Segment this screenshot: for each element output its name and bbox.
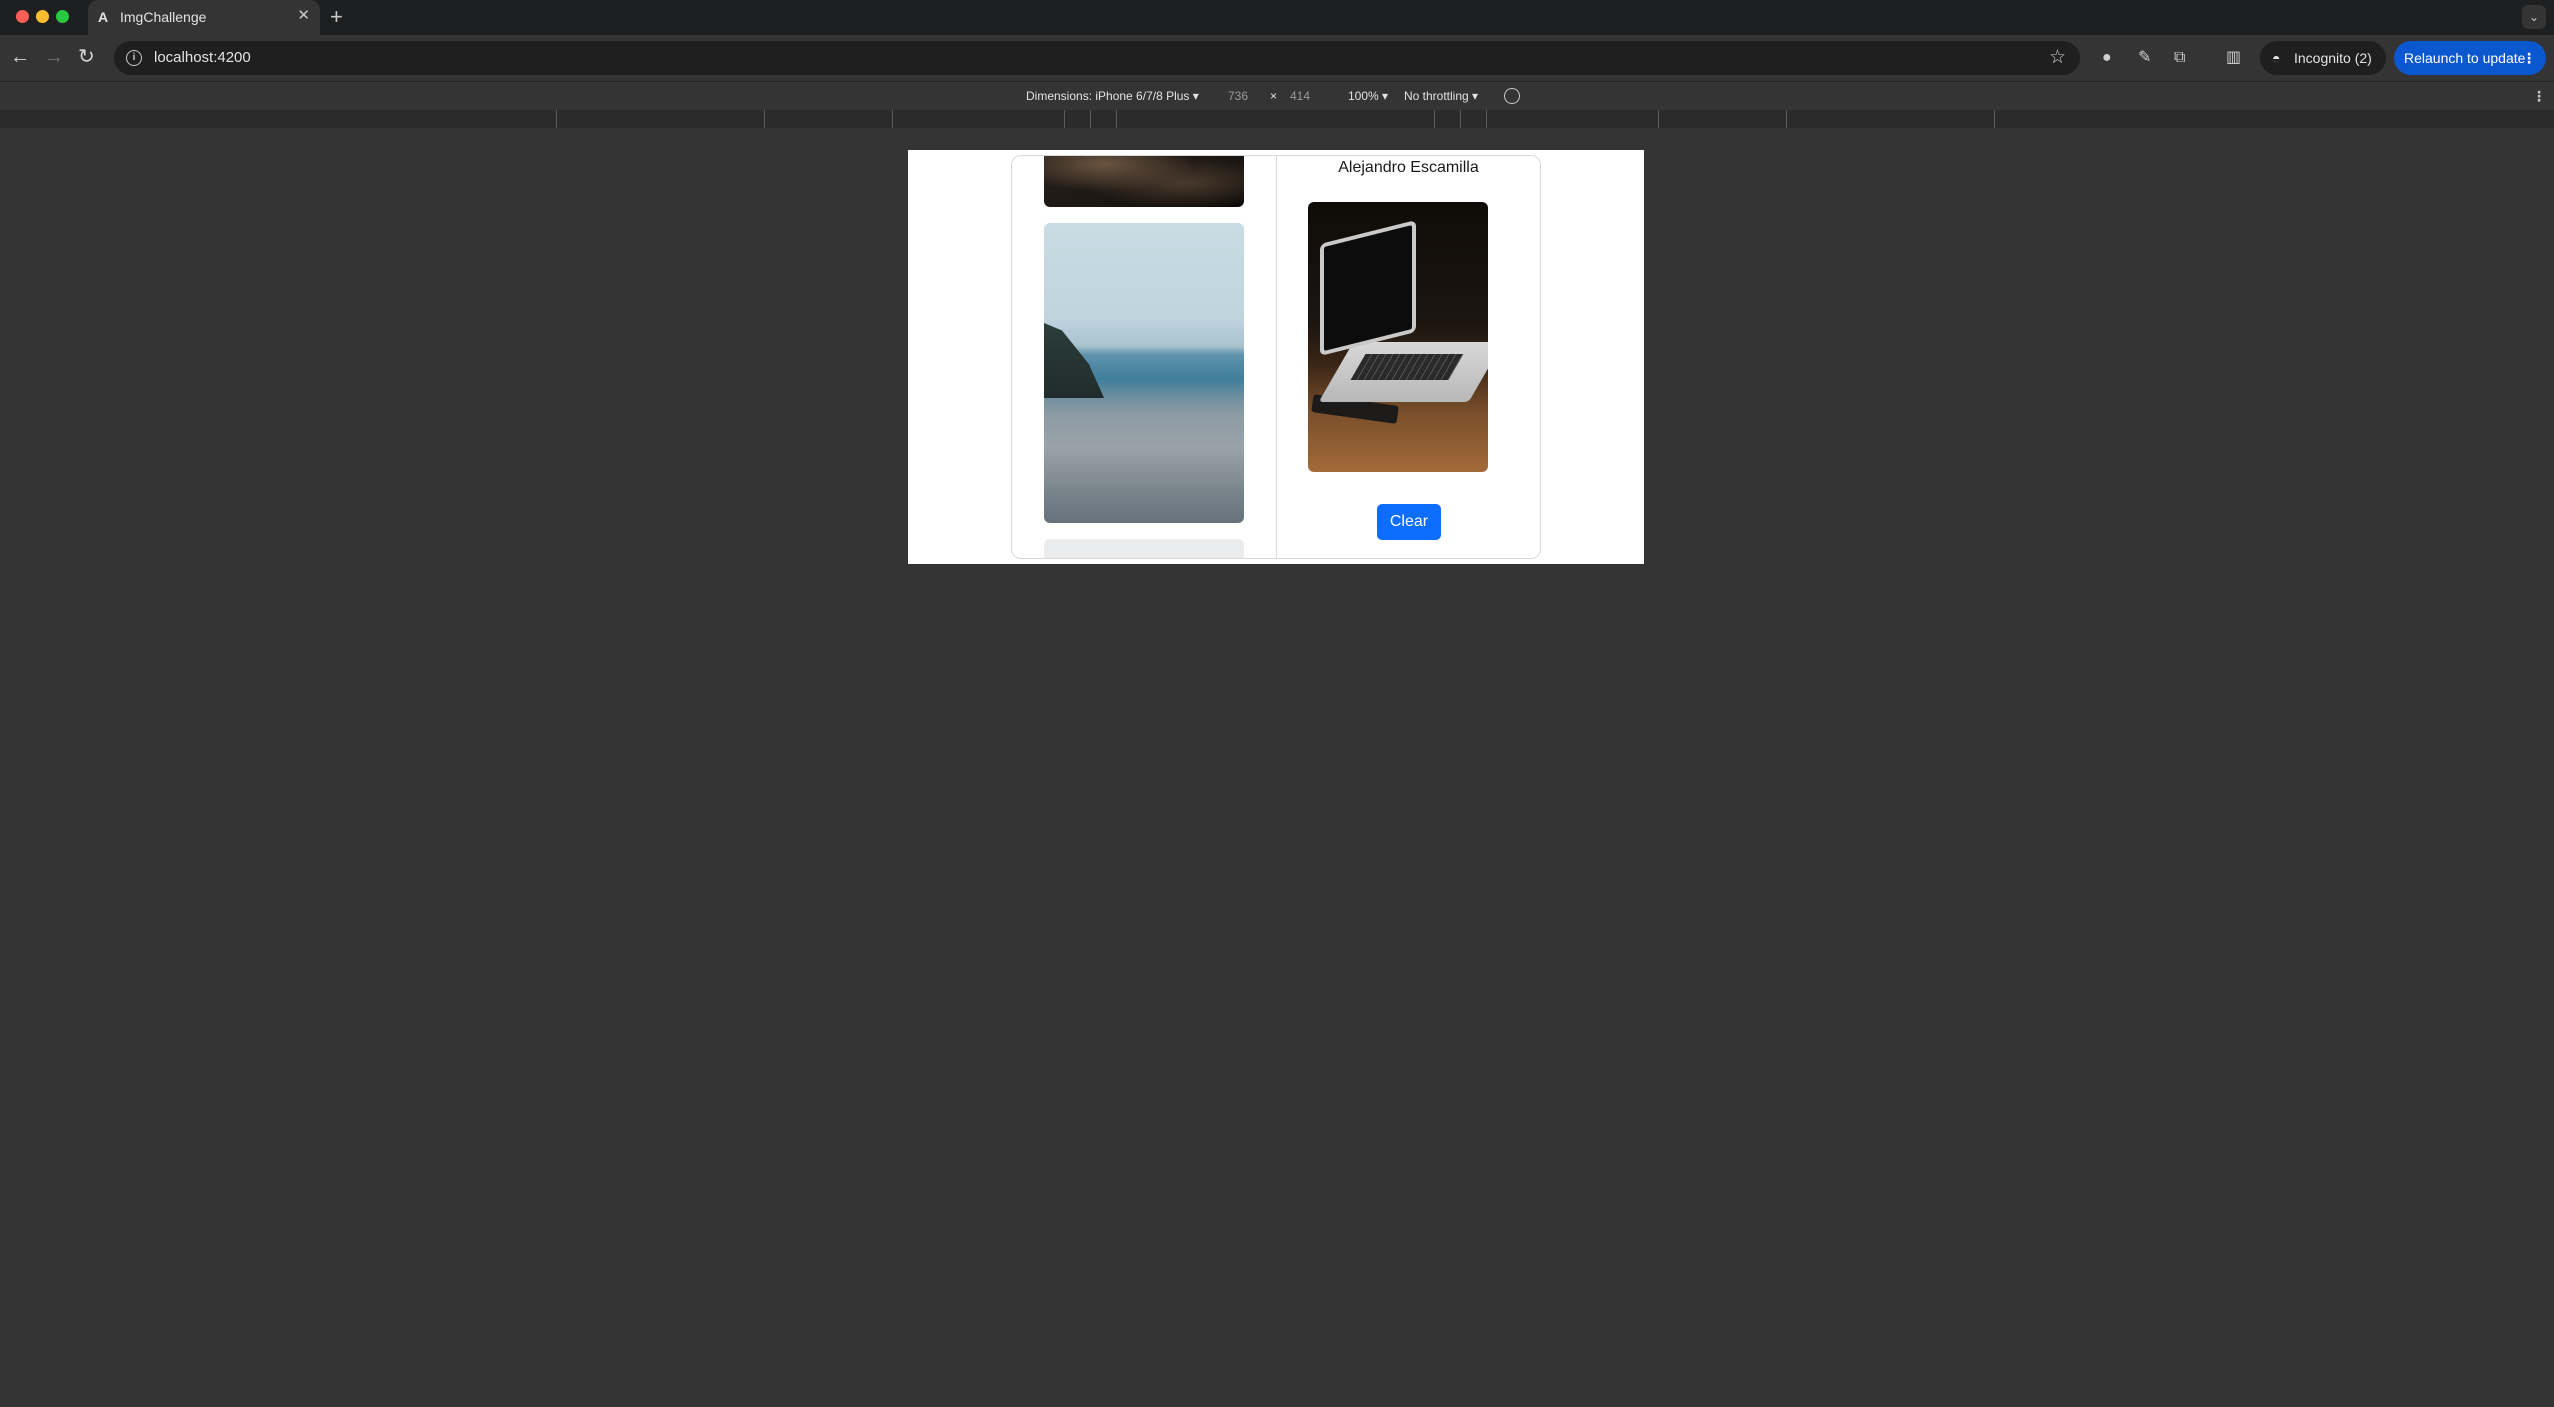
relaunch-label: Relaunch to update	[2404, 50, 2526, 66]
height-input[interactable]: 414	[1290, 89, 1310, 103]
zoom-select[interactable]: 100% ▾	[1348, 89, 1388, 103]
puzzle-icon[interactable]: ⧉	[2174, 48, 2185, 68]
dimension-separator: ×	[1270, 89, 1278, 103]
extension-icon[interactable]: ●	[2102, 48, 2112, 68]
image-thumbnail[interactable]	[1044, 156, 1244, 207]
angular-favicon-icon: A	[98, 9, 109, 25]
ruler-tick	[892, 110, 893, 128]
forward-icon[interactable]: →	[44, 45, 64, 69]
tab-imgchallenge[interactable]: A ImgChallenge ✕	[88, 0, 320, 35]
browser-toolbar: ← → ↻ i localhost:4200 ☆ ● ✎ ⧉ ▥ ◓ Incog…	[0, 35, 2554, 82]
device-dimensions-select[interactable]: Dimensions: iPhone 6/7/8 Plus ▾	[1026, 89, 1199, 103]
media-query-ruler[interactable]	[0, 110, 2554, 128]
ruler-tick	[764, 110, 765, 128]
laptop-keyboard-shape	[1350, 354, 1464, 380]
maximize-window-button[interactable]	[56, 10, 69, 23]
throttling-label: No throttling	[1404, 89, 1469, 103]
reload-icon[interactable]: ↻	[78, 45, 95, 69]
bookmark-star-icon[interactable]: ☆	[2049, 46, 2066, 70]
device-more-icon[interactable]: ⋮	[2532, 88, 2546, 105]
image-list[interactable]	[1012, 156, 1277, 558]
info-icon[interactable]: i	[126, 50, 142, 66]
ruler-tick	[1994, 110, 1995, 128]
trees-shape	[1044, 323, 1104, 398]
image-thumbnail-loading[interactable]	[1044, 539, 1244, 558]
ruler-tick	[1090, 110, 1091, 128]
width-input[interactable]: 736	[1228, 89, 1248, 103]
ruler-tick	[1116, 110, 1117, 128]
sidepanel-icon[interactable]: ▥	[2226, 48, 2241, 68]
device-toolbar: Dimensions: iPhone 6/7/8 Plus ▾ 736 × 41…	[0, 82, 2554, 110]
tab-title: ImgChallenge	[120, 9, 207, 25]
incognito-label: Incognito (2)	[2294, 50, 2372, 66]
eyedropper-icon[interactable]: ✎	[2138, 48, 2151, 68]
address-bar[interactable]: i localhost:4200 ☆	[114, 41, 2080, 75]
incognito-button[interactable]: ◓ Incognito (2)	[2260, 41, 2386, 75]
url-text[interactable]: localhost:4200	[154, 49, 251, 67]
ruler-tick	[1460, 110, 1461, 128]
laptop-screen-shape	[1320, 220, 1416, 356]
minimize-window-button[interactable]	[36, 10, 49, 23]
close-tab-icon[interactable]: ✕	[297, 7, 310, 25]
clear-button[interactable]: Clear	[1377, 504, 1441, 540]
image-thumbnail[interactable]	[1044, 223, 1244, 523]
selected-photo	[1308, 202, 1488, 472]
incognito-icon: ◓	[2272, 50, 2281, 66]
device-viewport: Alejandro Escamilla Clear	[908, 150, 1644, 564]
new-tab-icon[interactable]: +	[330, 4, 343, 30]
zoom-label: 100%	[1348, 89, 1379, 103]
ruler-tick	[1434, 110, 1435, 128]
tab-strip: A ImgChallenge ✕ + ⌄	[0, 0, 2554, 35]
tab-search-icon[interactable]: ⌄	[2522, 5, 2546, 29]
ruler-tick	[1786, 110, 1787, 128]
ruler-tick	[1064, 110, 1065, 128]
image-challenge-card: Alejandro Escamilla Clear	[1011, 155, 1541, 559]
throttling-select[interactable]: No throttling ▾	[1404, 89, 1478, 103]
ruler-tick	[1658, 110, 1659, 128]
back-icon[interactable]: ←	[10, 45, 30, 69]
ruler-tick	[556, 110, 557, 128]
rotate-icon[interactable]	[1504, 88, 1520, 104]
more-icon[interactable]: ⋮	[2522, 41, 2536, 75]
image-detail: Alejandro Escamilla Clear	[1277, 156, 1540, 558]
device-dimensions-label: Dimensions: iPhone 6/7/8 Plus	[1026, 89, 1190, 103]
relaunch-button[interactable]: Relaunch to update ⋮	[2394, 41, 2546, 75]
close-window-button[interactable]	[16, 10, 29, 23]
author-name: Alejandro Escamilla	[1338, 159, 1479, 176]
ruler-tick	[1486, 110, 1487, 128]
